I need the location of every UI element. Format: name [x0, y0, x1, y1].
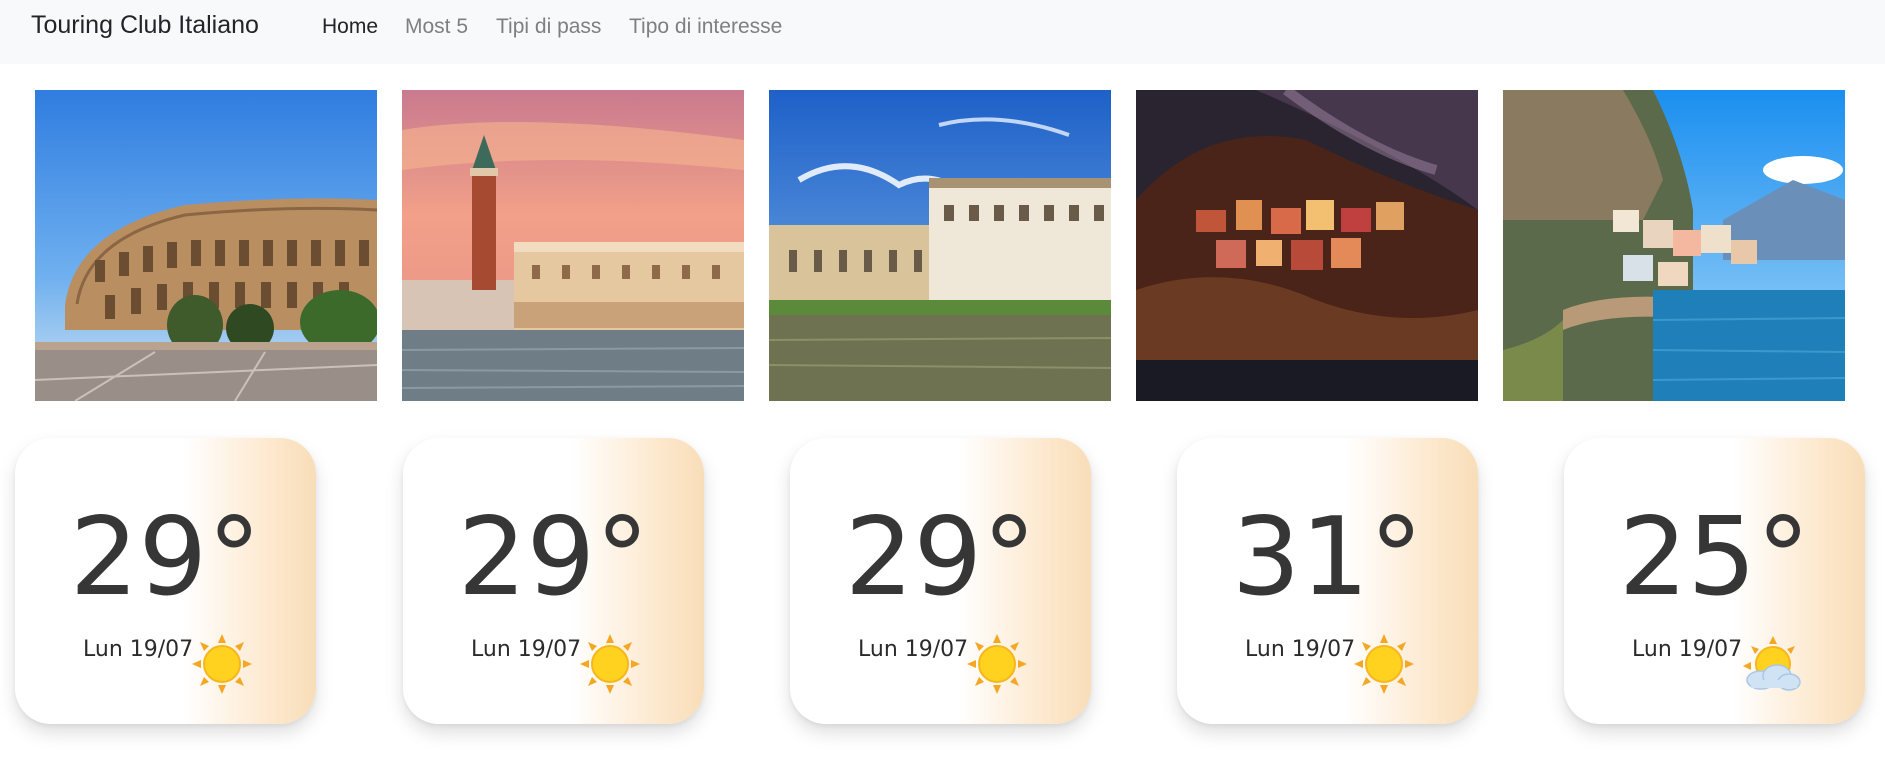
manarola-photo[interactable] [1136, 90, 1478, 401]
forecast-date: Lun 19/07 [858, 637, 969, 662]
nav-link-home[interactable]: Home [322, 15, 378, 39]
florence-photo[interactable] [769, 90, 1111, 401]
amalfi-photo[interactable] [1503, 90, 1845, 401]
colosseum-photo[interactable] [35, 90, 377, 401]
weather-card[interactable]: 29° Lun 19/07 [403, 438, 704, 724]
forecast-date: Lun 19/07 [1245, 637, 1356, 662]
temperature: 29° [69, 495, 262, 620]
weather-card[interactable]: 29° Lun 19/07 [790, 438, 1091, 724]
forecast-date: Lun 19/07 [1632, 637, 1743, 662]
sun-icon [190, 632, 254, 696]
temperature: 31° [1231, 495, 1424, 620]
weather-card[interactable]: 25° Lun 19/07 [1564, 438, 1865, 724]
nav-link-tipo-di-interesse[interactable]: Tipo di interesse [629, 15, 782, 39]
nav-link-tipi-di-pass[interactable]: Tipi di pass [496, 15, 601, 39]
navbar: Touring Club Italiano Home Most 5 Tipi d… [0, 0, 1885, 64]
nav-link-most-5[interactable]: Most 5 [405, 15, 468, 39]
temperature: 29° [457, 495, 650, 620]
forecast-date: Lun 19/07 [83, 637, 194, 662]
sun-icon [1352, 632, 1416, 696]
sun-behind-cloud-icon [1739, 632, 1803, 696]
sun-icon [578, 632, 642, 696]
sun-icon [965, 632, 1029, 696]
weather-card[interactable]: 29° Lun 19/07 [15, 438, 316, 724]
temperature: 29° [844, 495, 1037, 620]
temperature: 25° [1618, 495, 1811, 620]
forecast-date: Lun 19/07 [471, 637, 582, 662]
venice-photo[interactable] [402, 90, 744, 401]
brand-link[interactable]: Touring Club Italiano [31, 11, 259, 40]
weather-card[interactable]: 31° Lun 19/07 [1177, 438, 1478, 724]
